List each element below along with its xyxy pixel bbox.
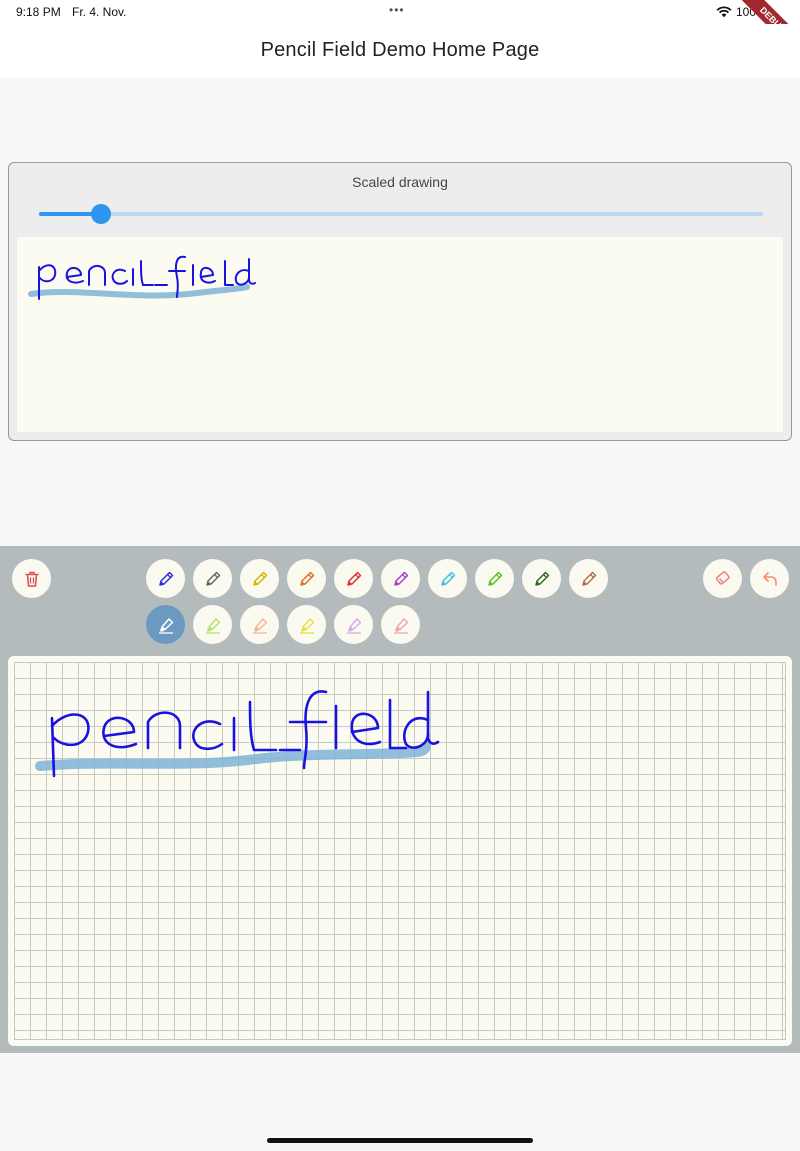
undo-button[interactable]	[750, 559, 789, 598]
pencil-cyan-button[interactable]	[428, 559, 467, 598]
slider-track[interactable]	[39, 212, 763, 216]
highlighter-blue-button[interactable]	[146, 605, 185, 644]
pencil-field-editor	[0, 546, 800, 1053]
pencil-blue-button[interactable]	[146, 559, 185, 598]
highlighter-peach-button[interactable]	[240, 605, 279, 644]
pencil-purple-button[interactable]	[381, 559, 420, 598]
slider-thumb[interactable]	[91, 204, 111, 224]
undo-icon	[760, 569, 780, 589]
trash-button[interactable]	[12, 559, 51, 598]
scaled-drawing-label: Scaled drawing	[352, 174, 448, 190]
pencil-red-icon	[344, 569, 364, 589]
app-bar: Pencil Field Demo Home Page	[0, 24, 800, 78]
status-time: 9:18 PM	[16, 5, 61, 19]
scale-slider[interactable]	[39, 203, 763, 225]
highlighter-yellow-icon	[297, 615, 317, 635]
scaled-handwriting	[28, 255, 256, 300]
eraser-icon	[713, 569, 733, 589]
pencil-blue-icon	[156, 569, 176, 589]
highlighter-lilac-icon	[344, 615, 364, 635]
battery-percentage: 100 %	[735, 5, 770, 19]
page-title: Pencil Field Demo Home Page	[260, 39, 540, 61]
pencil-cyan-icon	[438, 569, 458, 589]
scaled-drawing-canvas	[17, 237, 783, 432]
home-indicator	[267, 1138, 533, 1143]
highlighter-pink-button[interactable]	[381, 605, 420, 644]
highlighter-peach-icon	[250, 615, 270, 635]
wifi-icon	[716, 6, 732, 18]
handwriting-strokes	[35, 690, 440, 778]
trash-icon	[22, 569, 42, 589]
pencil-orange-button[interactable]	[287, 559, 326, 598]
pencil-brown-icon	[579, 569, 599, 589]
pencil-yellow-icon	[250, 569, 270, 589]
drawing-canvas[interactable]	[8, 656, 792, 1046]
highlighter-lilac-button[interactable]	[334, 605, 373, 644]
highlighter-lime-icon	[203, 615, 223, 635]
status-date: Fr. 4. Nov.	[72, 5, 127, 19]
highlighter-lime-button[interactable]	[193, 605, 232, 644]
pencil-red-button[interactable]	[334, 559, 373, 598]
multitasking-dots-icon[interactable]: •••	[389, 3, 405, 17]
pencil-purple-icon	[391, 569, 411, 589]
highlighter-yellow-button[interactable]	[287, 605, 326, 644]
pencil-darkgreen-icon	[532, 569, 552, 589]
pencil-orange-icon	[297, 569, 317, 589]
pencil-gray-button[interactable]	[193, 559, 232, 598]
highlighter-blue-icon	[156, 615, 176, 635]
highlighter-pink-icon	[391, 615, 411, 635]
pencil-gray-icon	[203, 569, 223, 589]
pencil-brown-button[interactable]	[569, 559, 608, 598]
pencil-green-button[interactable]	[475, 559, 514, 598]
pencil-green-icon	[485, 569, 505, 589]
status-bar: 9:18 PM Fr. 4. Nov. ••• 100 %	[0, 0, 800, 24]
scaled-drawing-card: Scaled drawing	[8, 162, 792, 441]
eraser-button[interactable]	[703, 559, 742, 598]
pencil-yellow-button[interactable]	[240, 559, 279, 598]
pencil-darkgreen-button[interactable]	[522, 559, 561, 598]
